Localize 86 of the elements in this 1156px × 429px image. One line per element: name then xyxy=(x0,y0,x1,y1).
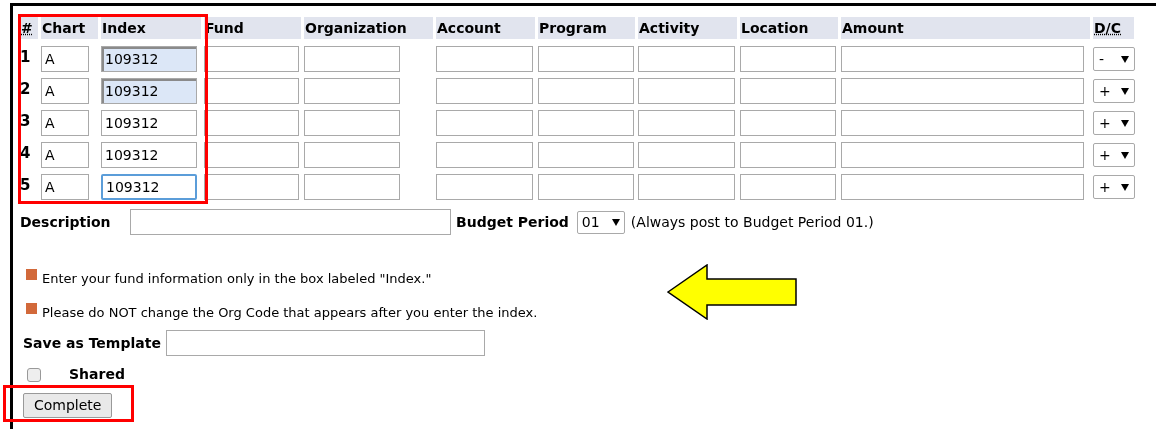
row-number: 4 xyxy=(20,143,32,164)
complete-button[interactable]: Complete xyxy=(23,393,113,418)
chart-field[interactable]: A xyxy=(41,78,89,104)
input-field[interactable] xyxy=(204,110,299,136)
input-field[interactable] xyxy=(841,110,1084,136)
column-header: Location xyxy=(740,21,810,35)
input-field[interactable] xyxy=(304,46,400,72)
note-text: Enter your fund information only in the box labeled "Index." xyxy=(42,270,432,288)
column-header: Account xyxy=(436,21,502,35)
description-label: Description xyxy=(20,212,112,232)
caret-icon xyxy=(1121,151,1129,159)
index-field[interactable]: 109312 xyxy=(101,110,197,136)
input-field[interactable] xyxy=(740,142,836,168)
dc-select[interactable]: + xyxy=(1093,111,1135,135)
dc-select[interactable]: + xyxy=(1093,143,1135,167)
row-number: 5 xyxy=(20,175,32,196)
checkbox[interactable] xyxy=(27,367,41,382)
input-field[interactable] xyxy=(740,78,836,104)
column-header: Chart xyxy=(41,21,87,35)
input-field[interactable] xyxy=(304,142,400,168)
template-field[interactable] xyxy=(165,330,485,356)
chart-field[interactable]: A xyxy=(41,46,89,72)
column-header: Index xyxy=(101,21,147,35)
bullet-icon xyxy=(26,302,37,314)
caret-icon xyxy=(1121,55,1129,63)
input-field[interactable] xyxy=(638,46,735,72)
bullet-icon xyxy=(26,269,37,280)
column-header: Amount xyxy=(841,21,905,35)
input-field[interactable] xyxy=(204,142,299,168)
budget-period-label: Budget Period xyxy=(456,212,569,232)
column-header: Program xyxy=(538,21,608,35)
caret-icon xyxy=(1121,119,1129,127)
arrow-icon xyxy=(667,264,798,320)
input-field[interactable] xyxy=(638,174,735,200)
input-field[interactable] xyxy=(436,46,533,72)
index-field[interactable]: 109312 xyxy=(101,78,197,104)
input-field[interactable] xyxy=(204,174,299,200)
input-field[interactable] xyxy=(538,78,634,104)
dc-select[interactable]: - xyxy=(1093,47,1135,71)
input-field[interactable] xyxy=(740,174,836,200)
input-field[interactable] xyxy=(841,46,1084,72)
column-header: D/C xyxy=(1093,21,1122,35)
input-field[interactable] xyxy=(740,46,836,72)
input-field[interactable] xyxy=(304,110,400,136)
input-field[interactable] xyxy=(740,110,836,136)
input-field[interactable] xyxy=(638,142,735,168)
input-field[interactable] xyxy=(841,78,1084,104)
chart-field[interactable]: A xyxy=(41,142,89,168)
budget-period-select[interactable]: 01 xyxy=(576,210,625,234)
input-field[interactable] xyxy=(436,142,533,168)
input-field[interactable] xyxy=(538,110,634,136)
caret-icon xyxy=(611,218,620,226)
row-number: 3 xyxy=(20,111,32,132)
input-field[interactable] xyxy=(841,174,1084,200)
input-field[interactable] xyxy=(304,78,400,104)
input-field[interactable] xyxy=(538,142,634,168)
input-field[interactable] xyxy=(204,46,299,72)
input-field[interactable] xyxy=(436,78,533,104)
index-field[interactable]: 109312 xyxy=(101,142,197,168)
chart-field[interactable]: A xyxy=(41,110,89,136)
input-field[interactable] xyxy=(436,110,533,136)
shared-label: Shared xyxy=(69,365,125,384)
caret-icon xyxy=(1121,183,1129,191)
index-field[interactable]: 109312 xyxy=(101,174,197,200)
chart-field[interactable]: A xyxy=(41,174,89,200)
column-header: Activity xyxy=(638,21,701,35)
index-field[interactable]: 109312 xyxy=(101,46,197,72)
dc-select[interactable]: + xyxy=(1093,175,1135,199)
input-field[interactable] xyxy=(538,174,634,200)
input-field[interactable] xyxy=(638,110,735,136)
budget-period-note: (Always post to Budget Period 01.) xyxy=(630,212,874,232)
input-field[interactable] xyxy=(538,46,634,72)
column-header: Organization xyxy=(304,21,408,35)
column-header: # xyxy=(20,21,34,35)
input-field[interactable] xyxy=(204,78,299,104)
caret-icon xyxy=(1121,87,1129,95)
input-field[interactable] xyxy=(304,174,400,200)
input-field[interactable] xyxy=(638,78,735,104)
note-text: Please do NOT change the Org Code that appears after you enter the index. xyxy=(42,303,538,322)
row-number: 1 xyxy=(20,47,32,68)
input-field[interactable] xyxy=(841,142,1084,168)
input-field[interactable] xyxy=(436,174,533,200)
row-number: 2 xyxy=(20,79,32,100)
description-field[interactable] xyxy=(130,209,451,235)
dc-select[interactable]: + xyxy=(1093,79,1135,103)
template-label: Save as Template xyxy=(23,333,161,353)
